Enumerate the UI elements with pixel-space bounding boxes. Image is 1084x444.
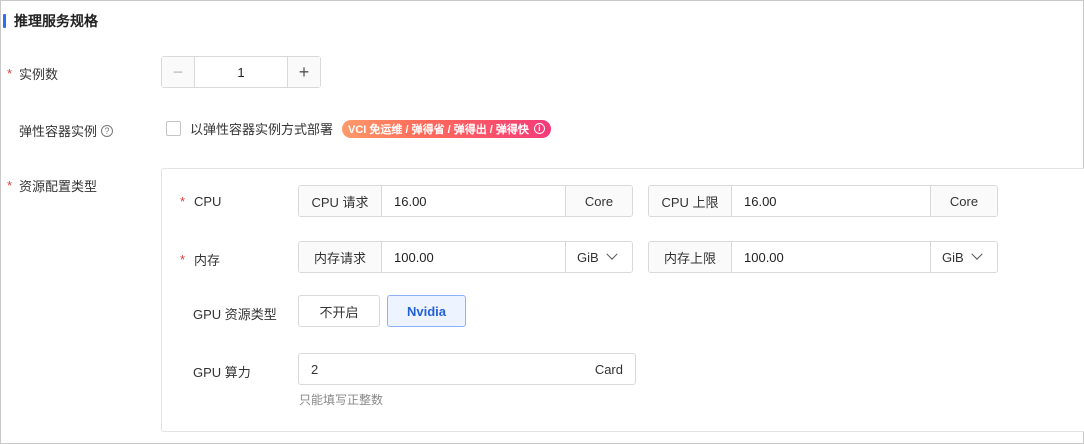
gpu-power-unit: Card: [594, 361, 623, 377]
gpu-power-label-row: GPU 算力: [193, 362, 251, 381]
gpu-power-hint: 只能填写正整数: [299, 393, 384, 407]
memory-request-input[interactable]: 100.00: [382, 242, 565, 272]
vci-promo-text: VCI 免运维 / 弹得省 / 弹得出 / 弹得快: [348, 123, 529, 136]
chevron-down-icon: [971, 248, 983, 260]
instances-input[interactable]: 1: [195, 57, 287, 87]
gpu-option-nvidia[interactable]: Nvidia: [387, 295, 466, 327]
elastic-checkbox-label[interactable]: 以弹性容器实例方式部署: [190, 119, 333, 138]
memory-label: 内存: [194, 253, 221, 268]
resource-label-row: * 资源配置类型: [7, 176, 97, 195]
instances-label-row: * 实例数: [7, 64, 58, 83]
cpu-request-field: CPU 请求 16.00 Core: [298, 185, 633, 217]
memory-request-field: 内存请求 100.00 GiB: [298, 241, 633, 273]
memory-limit-unit-select[interactable]: GiB: [930, 242, 997, 272]
memory-limit-field: 内存上限 100.00 GiB: [648, 241, 998, 273]
gpu-power-label: GPU 算力: [193, 365, 251, 380]
required-mark: *: [180, 194, 186, 209]
memory-request-unit: GiB: [577, 249, 599, 265]
cpu-limit-label: CPU 上限: [649, 186, 732, 216]
cpu-limit-input[interactable]: 16.00: [732, 186, 930, 216]
cpu-label-row: * CPU: [180, 194, 221, 209]
elastic-checkbox-row: 以弹性容器实例方式部署 VCI 免运维 / 弹得省 / 弹得出 / 弹得快 i: [166, 119, 551, 138]
instances-stepper: − 1 +: [161, 56, 321, 88]
gpu-power-input[interactable]: 2 Card: [298, 353, 636, 385]
cpu-label: CPU: [194, 194, 222, 209]
memory-request-label: 内存请求: [299, 242, 382, 272]
vci-promo-badge: VCI 免运维 / 弹得省 / 弹得出 / 弹得快 i: [342, 119, 551, 138]
gpu-power-value: 2: [311, 361, 319, 377]
cpu-request-label: CPU 请求: [299, 186, 382, 216]
memory-limit-unit: GiB: [942, 249, 964, 265]
gpu-option-off[interactable]: 不开启: [298, 295, 380, 327]
gpu-type-radio-group: 不开启 Nvidia: [298, 295, 466, 327]
section-accent-bar: [3, 13, 6, 28]
decrement-button[interactable]: −: [162, 57, 195, 87]
cpu-request-input[interactable]: 16.00: [382, 186, 565, 216]
memory-limit-label: 内存上限: [649, 242, 732, 272]
resource-config-panel: * CPU CPU 请求 16.00 Core CPU 上限 16.00 Cor…: [161, 168, 1084, 432]
memory-limit-input[interactable]: 100.00: [732, 242, 930, 272]
required-mark: *: [7, 66, 13, 81]
required-mark: *: [180, 252, 186, 267]
increment-button[interactable]: +: [287, 57, 320, 87]
info-icon[interactable]: i: [533, 123, 545, 134]
form-frame: 推理服务规格 * 实例数 − 1 + 弹性容器实例 ? 以弹性容器实例方式部署 …: [0, 0, 1084, 444]
chevron-down-icon: [606, 248, 618, 260]
cpu-limit-field: CPU 上限 16.00 Core: [648, 185, 998, 217]
help-icon[interactable]: ?: [101, 124, 114, 137]
memory-request-unit-select[interactable]: GiB: [565, 242, 632, 272]
resource-label: 资源配置类型: [19, 179, 98, 194]
elastic-label: 弹性容器实例: [19, 124, 98, 139]
instances-label: 实例数: [19, 67, 59, 82]
required-mark: *: [7, 178, 13, 193]
cpu-limit-unit: Core: [930, 186, 997, 216]
section-header: 推理服务规格: [3, 12, 98, 29]
memory-label-row: * 内存: [180, 250, 220, 269]
gpu-type-label: GPU 资源类型: [193, 307, 277, 322]
gpu-type-label-row: GPU 资源类型: [193, 304, 277, 323]
section-title: 推理服务规格: [14, 12, 98, 29]
elastic-checkbox[interactable]: [166, 121, 181, 136]
elastic-label-row: 弹性容器实例 ?: [7, 121, 114, 140]
cpu-request-unit: Core: [565, 186, 632, 216]
